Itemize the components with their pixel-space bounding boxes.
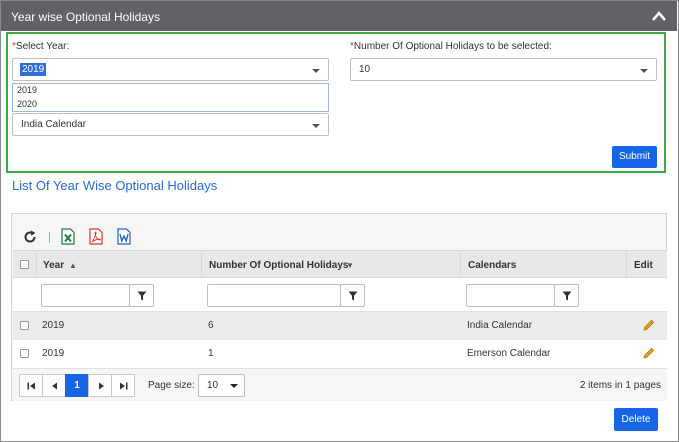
calendar-select[interactable]: India Calendar (12, 113, 329, 136)
row-calendar: India Calendar (467, 320, 533, 331)
year-filter-input[interactable] (41, 284, 130, 307)
pencil-icon[interactable] (643, 347, 655, 359)
row-checkbox[interactable] (20, 321, 29, 330)
prev-page-button[interactable] (42, 374, 66, 397)
optional-count-select[interactable]: 10 (350, 58, 657, 81)
submit-button[interactable]: Submit (612, 146, 657, 168)
year-option-2020[interactable]: 2020 (17, 99, 37, 109)
page-size-label: Page size: (148, 380, 195, 391)
chevron-up-icon[interactable] (651, 9, 667, 23)
delete-button[interactable]: Delete (614, 408, 658, 431)
column-header-calendars[interactable]: Calendars (468, 260, 516, 271)
page-size-select[interactable]: 10 (198, 374, 245, 397)
column-divider (36, 251, 37, 277)
count-filter-input[interactable] (207, 284, 341, 307)
count-filter-button[interactable] (340, 284, 365, 307)
chevron-down-icon (312, 124, 320, 128)
column-header-count[interactable]: Number Of Optional Holidays (209, 260, 348, 271)
panel-header: Year wise Optional Holidays (1, 1, 677, 31)
row-count: 6 (208, 320, 214, 331)
year-option-2019[interactable]: 2019 (17, 85, 37, 95)
filter-row (13, 278, 667, 312)
holidays-grid: Year ▲ Number Of Optional Holidays ▼ Cal… (11, 213, 667, 401)
refresh-icon[interactable] (23, 230, 37, 244)
row-checkbox[interactable] (20, 349, 29, 358)
sort-ascending-icon: ▲ (69, 261, 77, 270)
first-page-button[interactable] (19, 374, 43, 397)
row-calendar: Emerson Calendar (467, 348, 551, 359)
column-divider (460, 251, 461, 277)
year-label: *Select Year: (12, 41, 70, 52)
page-button-1[interactable]: 1 (65, 374, 89, 397)
chevron-down-icon (640, 69, 648, 73)
filter-icon (348, 291, 358, 301)
excel-icon[interactable] (61, 228, 75, 245)
table-row: 2019 6 India Calendar (13, 312, 667, 340)
year-select-value: 2019 (20, 63, 47, 76)
year-filter-button[interactable] (129, 284, 154, 307)
sort-descending-icon: ▼ (346, 261, 354, 270)
select-all-checkbox[interactable] (20, 260, 29, 269)
word-icon[interactable] (117, 228, 131, 245)
grid-header: Year ▲ Number Of Optional Holidays ▼ Cal… (13, 250, 667, 278)
year-dropdown-list: 2019 2020 (12, 83, 329, 112)
last-page-button[interactable] (111, 374, 135, 397)
column-divider (626, 251, 627, 277)
last-page-icon (120, 382, 128, 390)
pencil-icon[interactable] (643, 319, 655, 331)
pager: 1 Page size: 10 2 items in 1 pages (13, 368, 667, 401)
next-page-button[interactable] (88, 374, 112, 397)
chevron-down-icon (230, 384, 238, 388)
optional-count-value: 10 (359, 64, 371, 75)
first-page-icon (27, 382, 35, 390)
next-page-icon (99, 382, 104, 390)
chevron-down-icon (312, 69, 320, 73)
filter-icon (562, 291, 572, 301)
panel-title: Year wise Optional Holidays (11, 10, 160, 24)
row-year: 2019 (42, 320, 65, 331)
pager-summary: 2 items in 1 pages (579, 380, 661, 391)
calendar-filter-input[interactable] (466, 284, 555, 307)
filter-icon (137, 291, 147, 301)
row-year: 2019 (42, 348, 65, 359)
table-row: 2019 1 Emerson Calendar (13, 340, 667, 368)
column-header-year[interactable]: Year (43, 260, 64, 271)
toolbar-divider (49, 232, 50, 243)
year-select[interactable]: 2019 (12, 58, 329, 81)
calendar-filter-button[interactable] (554, 284, 579, 307)
list-title: List Of Year Wise Optional Holidays (12, 178, 218, 193)
prev-page-icon (52, 382, 57, 390)
column-divider (201, 251, 202, 277)
calendar-select-value: India Calendar (21, 119, 87, 130)
pdf-icon[interactable] (89, 228, 103, 245)
page-size-value: 10 (207, 380, 219, 391)
row-count: 1 (208, 348, 214, 359)
column-header-edit: Edit (634, 260, 653, 271)
optional-count-label: *Number Of Optional Holidays to be selec… (350, 41, 552, 52)
